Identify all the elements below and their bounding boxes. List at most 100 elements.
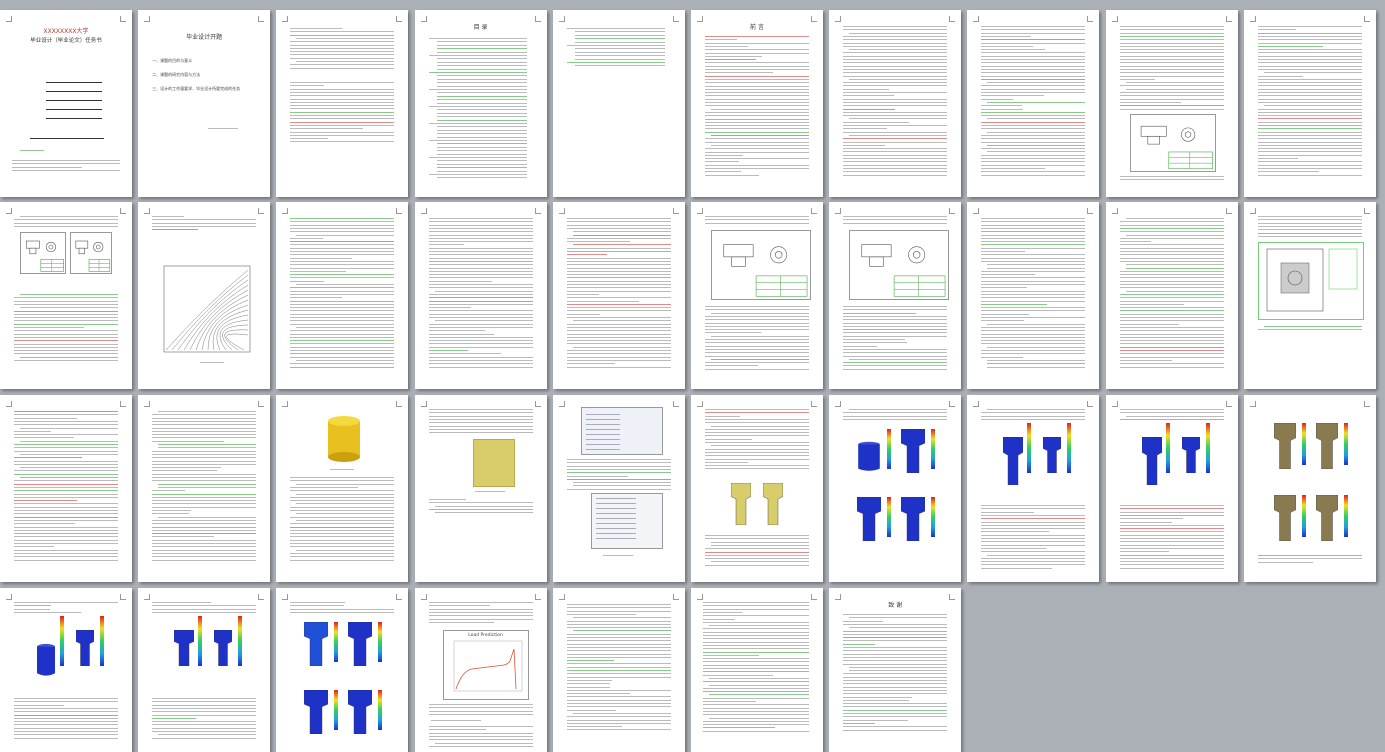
page-thumbnail[interactable] (691, 202, 823, 389)
page-thumbnail[interactable] (967, 202, 1100, 389)
text-line (566, 472, 671, 474)
text-line (703, 611, 742, 613)
page-thumbnail[interactable] (1105, 10, 1238, 197)
page-thumbnail[interactable] (0, 588, 132, 752)
page-thumbnail[interactable] (276, 395, 409, 582)
text-line (152, 453, 257, 455)
text-line (428, 260, 533, 262)
text-line (981, 121, 1086, 123)
text-line (14, 506, 118, 508)
text-line (843, 167, 948, 169)
page-thumbnail[interactable] (552, 202, 685, 389)
page-thumbnail[interactable] (691, 588, 823, 752)
text-line (1119, 336, 1224, 338)
page-thumbnail[interactable] (276, 202, 409, 389)
page-thumbnail[interactable]: Load Prediction (414, 588, 547, 752)
page-thumbnail[interactable] (414, 202, 547, 389)
text-line (1257, 85, 1362, 87)
text-line (14, 360, 118, 361)
text-line (1119, 561, 1224, 563)
page-thumbnail[interactable] (1243, 10, 1376, 197)
text-line (290, 307, 395, 309)
text-line (1257, 128, 1362, 130)
text-line (1257, 151, 1362, 153)
text-line (711, 144, 809, 146)
text-line (705, 88, 809, 90)
page-thumbnail[interactable] (1243, 202, 1376, 389)
text-line (14, 500, 77, 502)
text-line (705, 325, 809, 327)
text-line (981, 161, 1086, 163)
text-line (843, 72, 948, 74)
page-thumbnail[interactable] (138, 202, 271, 389)
text-line (428, 432, 533, 434)
text-line (981, 538, 1086, 539)
page-thumbnail[interactable] (829, 395, 962, 582)
page-thumbnail[interactable] (829, 10, 962, 197)
text-line (428, 359, 533, 361)
text-line (1257, 88, 1362, 90)
crop-mark (672, 16, 679, 22)
page-thumbnail[interactable] (552, 395, 685, 582)
page-thumbnail[interactable]: 致 谢 (829, 588, 962, 752)
crop-mark (1363, 16, 1370, 22)
page-thumbnail[interactable]: 毕业设计开题 一、课题的目的与意义 二、课题的研究内容与方法 三、设计的工作量要求、毕… (138, 10, 271, 197)
text-line (428, 499, 467, 500)
page-thumbnail[interactable] (552, 588, 685, 752)
page-thumbnail[interactable] (691, 395, 823, 582)
page-thumbnail[interactable]: 前 言 (691, 10, 823, 197)
page-thumbnail[interactable] (276, 588, 409, 752)
text-line (843, 713, 948, 714)
page-thumbnail[interactable] (414, 395, 547, 582)
page-thumbnail[interactable] (967, 10, 1100, 197)
crop-mark (396, 594, 403, 600)
crop-mark (672, 208, 679, 214)
text-line (14, 327, 84, 328)
text-line (703, 681, 809, 683)
page-thumbnail[interactable] (138, 395, 271, 582)
page-thumbnail[interactable] (1105, 395, 1238, 582)
text-line (981, 111, 1086, 113)
page-thumbnail[interactable] (138, 588, 271, 752)
text-line (843, 39, 948, 41)
text-line (1119, 280, 1224, 282)
text-line (330, 469, 355, 470)
text-line (566, 307, 671, 309)
page-thumbnail[interactable]: XXXXXXXX大学 毕业设计（毕业论文）任务书 (0, 10, 132, 197)
text-line (1119, 551, 1170, 553)
text-line (1119, 45, 1224, 47)
text-line (566, 251, 671, 252)
text-line (152, 216, 184, 217)
text-line (14, 605, 52, 607)
cover-university: XXXXXXXX大学 (43, 28, 89, 35)
text-line (981, 518, 1086, 520)
text-line (843, 342, 907, 344)
page-thumbnail[interactable] (1243, 395, 1376, 582)
text-line (843, 121, 910, 123)
text-line (566, 336, 671, 338)
text-line (1119, 528, 1224, 530)
page-thumbnail[interactable]: 目 录 (414, 10, 547, 197)
page-thumbnail[interactable] (829, 202, 962, 389)
text-line (152, 467, 222, 469)
text-line (1119, 260, 1224, 262)
text-line (981, 158, 1086, 159)
text-line (981, 49, 1046, 51)
page-thumbnail[interactable] (967, 395, 1100, 582)
text-line (428, 346, 533, 348)
text-line (572, 617, 671, 619)
text-line (981, 531, 1049, 533)
text-line (1257, 219, 1362, 221)
text-line (290, 611, 395, 613)
page-thumbnail[interactable] (0, 395, 132, 582)
text-line (705, 164, 809, 166)
page-thumbnail[interactable] (276, 10, 409, 197)
page-thumbnail[interactable] (0, 202, 132, 389)
page-thumbnail[interactable] (1105, 202, 1238, 389)
text-line (843, 653, 948, 655)
text-line (566, 465, 671, 467)
text-line (1119, 35, 1224, 37)
text-line (703, 648, 809, 650)
page-thumbnail[interactable] (552, 10, 685, 197)
text-line (703, 664, 809, 666)
